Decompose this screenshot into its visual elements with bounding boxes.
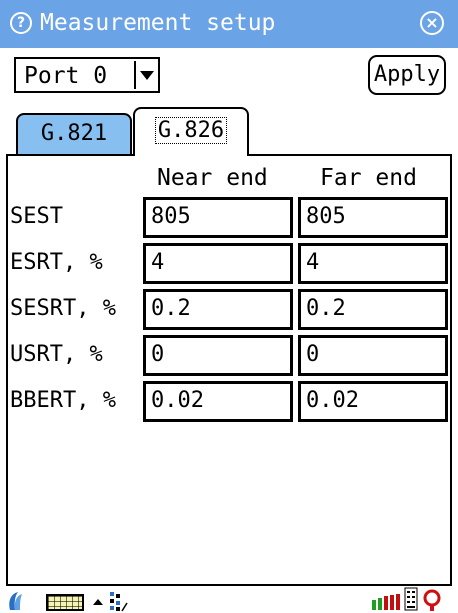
keyboard-icon[interactable] <box>46 594 84 611</box>
sest-near-field[interactable]: 805 <box>143 197 293 238</box>
column-header-far-end: Far end <box>320 165 417 191</box>
tab-g826[interactable]: G.826 <box>133 107 249 156</box>
help-icon[interactable]: ? <box>10 12 32 34</box>
sesrt-far-field[interactable]: 0.2 <box>298 289 448 330</box>
sest-far-field[interactable]: 805 <box>298 197 448 238</box>
tab-g826-label: G.826 <box>154 117 228 144</box>
up-arrow-icon[interactable] <box>93 599 103 605</box>
window-title: Measurement setup <box>40 10 276 36</box>
bbert-far-field[interactable]: 0.02 <box>298 381 448 422</box>
row-label-sesrt: SESRT, % <box>10 296 116 321</box>
row-label-usrt: USRT, % <box>10 342 103 367</box>
record-icon[interactable] <box>421 588 443 612</box>
row-label-bbert: BBERT, % <box>10 388 116 413</box>
tab-g821[interactable]: G.821 <box>16 113 132 155</box>
network-icon[interactable] <box>108 591 128 612</box>
sesrt-near-field[interactable]: 0.2 <box>143 289 293 330</box>
esrt-near-field[interactable]: 4 <box>143 243 293 284</box>
bbert-near-field[interactable]: 0.02 <box>143 381 293 422</box>
signal-icon <box>404 587 418 611</box>
close-icon[interactable]: × <box>420 11 444 35</box>
battery-icon <box>372 594 400 610</box>
row-label-esrt: ESRT, % <box>10 250 103 275</box>
usrt-near-field[interactable]: 0 <box>143 335 293 376</box>
start-icon[interactable] <box>6 590 26 612</box>
usrt-far-field[interactable]: 0 <box>298 335 448 376</box>
title-bar: ? Measurement setup × <box>0 0 458 48</box>
port-select[interactable]: Port 0 <box>14 57 160 93</box>
port-select-value: Port 0 <box>24 63 108 89</box>
esrt-far-field[interactable]: 4 <box>298 243 448 284</box>
chevron-down-icon[interactable] <box>134 61 156 89</box>
apply-button[interactable]: Apply <box>368 55 446 95</box>
row-label-sest: SEST <box>10 204 63 229</box>
column-header-near-end: Near end <box>157 165 268 191</box>
